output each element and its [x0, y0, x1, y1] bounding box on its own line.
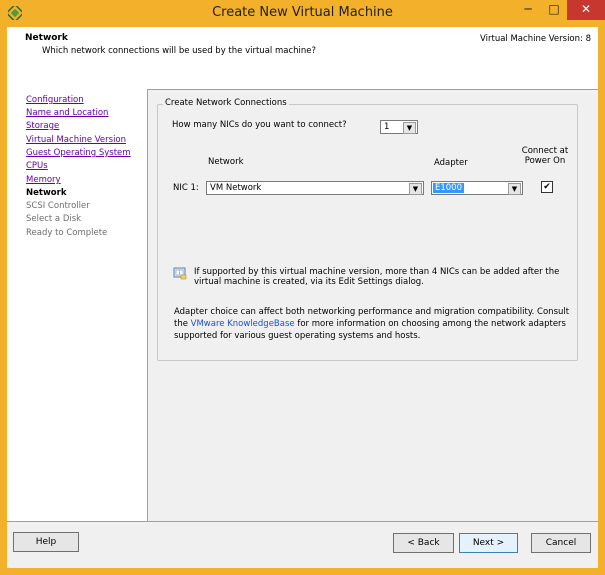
network-column-header: Network [208, 157, 244, 167]
info-message: If supported by this virtual machine ver… [194, 267, 574, 287]
nic1-label: NIC 1: [173, 183, 199, 193]
nic1-adapter-value: E1000 [433, 183, 465, 193]
nav-step-cpus[interactable]: CPUs [26, 161, 48, 171]
wizard-header: Network Which network connections will b… [7, 27, 598, 90]
minimize-button[interactable]: ─ [515, 0, 541, 20]
nic-count-value: 1 [384, 122, 390, 132]
adapter-note: Adapter choice can affect both networkin… [174, 306, 574, 342]
info-line-1: If supported by this virtual machine ver… [194, 267, 560, 277]
note-line-3: supported for various guest operating sy… [174, 331, 421, 341]
vm-version-label: Virtual Machine Version: 8 [480, 34, 591, 44]
page-title: Network [25, 33, 68, 43]
connect-header-line2: Power On [524, 156, 566, 166]
connect-at-power-on-header: Connect at Power On [520, 146, 570, 166]
vmware-knowledgebase-link[interactable]: VMware KnowledgeBase [191, 319, 295, 329]
note-line-2: the VMware KnowledgeBase for more inform… [174, 318, 574, 330]
note-line-2-suffix: for more information on choosing among t… [294, 319, 566, 329]
nav-step-network: Network [26, 188, 67, 198]
nav-step-scsi-controller: SCSI Controller [26, 201, 90, 211]
nic1-connect-at-power-on-checkbox[interactable]: ✔ [541, 181, 553, 193]
svg-text:i: i [179, 271, 180, 277]
wizard-steps-nav: Configuration Name and Location Storage … [7, 89, 148, 521]
nav-step-ready: Ready to Complete [26, 228, 108, 238]
chevron-down-icon: ▼ [409, 183, 422, 195]
connect-header-line1: Connect at [521, 146, 569, 156]
cancel-button[interactable]: Cancel [531, 533, 591, 553]
help-button[interactable]: Help [13, 532, 79, 552]
info-icon: i [173, 267, 187, 280]
group-legend: Create Network Connections [163, 98, 289, 108]
close-button[interactable]: ✕ [567, 0, 605, 20]
nic1-network-value: VM Network [210, 183, 262, 193]
title-bar: Create New Virtual Machine ─ □ ✕ [0, 0, 605, 27]
chevron-down-icon: ▼ [403, 122, 416, 134]
nav-step-guest-os[interactable]: Guest Operating System [26, 148, 131, 158]
footer-separator [7, 521, 598, 522]
nic1-adapter-dropdown[interactable]: E1000 ▼ [431, 181, 523, 195]
note-line-2-prefix: the [174, 319, 191, 329]
back-button[interactable]: < Back [393, 533, 454, 553]
nic-count-dropdown[interactable]: 1 ▼ [380, 120, 418, 134]
nav-step-storage[interactable]: Storage [26, 121, 59, 131]
nav-step-name-and-location[interactable]: Name and Location [26, 108, 108, 118]
next-button[interactable]: Next > [459, 533, 518, 553]
note-line-1: Adapter choice can affect both networkin… [174, 307, 570, 317]
nav-step-configuration[interactable]: Configuration [26, 95, 84, 105]
nic1-network-dropdown[interactable]: VM Network ▼ [206, 181, 424, 195]
nic-count-question: How many NICs do you want to connect? [172, 120, 347, 130]
nav-step-memory[interactable]: Memory [26, 175, 61, 185]
adapter-column-header: Adapter [434, 158, 468, 168]
maximize-button[interactable]: □ [541, 0, 567, 20]
page-subtitle: Which network connections will be used b… [42, 46, 317, 56]
info-line-2: virtual machine is created, via its Edit… [194, 277, 424, 287]
chevron-down-icon: ▼ [508, 183, 521, 195]
nav-step-select-disk: Select a Disk [26, 214, 82, 224]
nav-step-vm-version[interactable]: Virtual Machine Version [26, 135, 126, 145]
